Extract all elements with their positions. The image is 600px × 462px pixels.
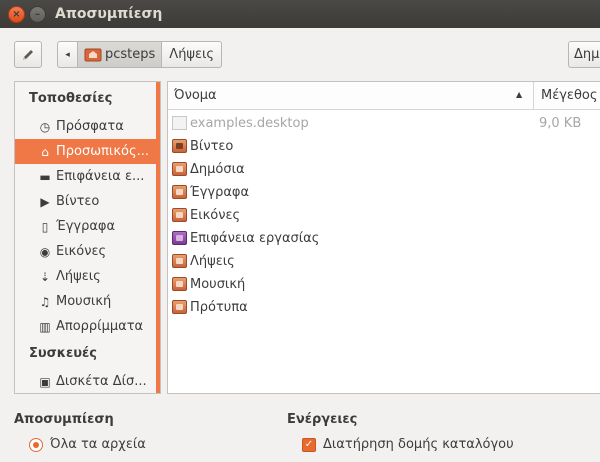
sidebar-item-label: Προσωπικός... [56, 144, 149, 159]
file-name: Επιφάνεια εργασίας [190, 231, 320, 246]
video-folder-icon [172, 139, 187, 153]
sidebar-item[interactable]: ▬ Επιφάνεια ε... [15, 164, 158, 189]
file-size: 9,0 KB [539, 116, 582, 131]
column-header-size[interactable]: Μέγεθος [541, 88, 598, 103]
clock-icon: ◷ [39, 119, 51, 134]
floppy-icon: ▣ [39, 374, 51, 389]
path-segment-label: Λήψεις [169, 47, 215, 62]
file-row[interactable]: Δημόσια [168, 158, 600, 181]
camera-icon: ◉ [39, 244, 51, 259]
file-list-header: Όνομα ▲ Μέγεθος [168, 82, 600, 110]
check-icon: ✓ [304, 439, 314, 450]
file-name: Βίντεο [190, 139, 234, 154]
sidebar-item-label: Δισκέτα Δίσ... [56, 374, 147, 389]
sidebar-item-device[interactable]: ▣ Δισκέτα Δίσ... [15, 369, 158, 393]
sidebar-scrollbar[interactable] [156, 82, 160, 393]
folder-icon [172, 254, 187, 268]
create-folder-button[interactable]: Δημ [568, 41, 600, 68]
folder-icon [172, 185, 187, 199]
sidebar-item[interactable]: ▶ Βίντεο [15, 189, 158, 214]
document-icon: ▯ [41, 219, 49, 234]
all-files-radio[interactable] [29, 438, 43, 452]
file-row[interactable]: Λήψεις [168, 250, 600, 273]
home-icon: ⌂ [41, 144, 49, 159]
column-header-name[interactable]: Όνομα [174, 88, 217, 103]
sidebar-item-label: Επιφάνεια ε... [56, 169, 145, 184]
keep-structure-label[interactable]: Διατήρηση δομής καταλόγου [323, 437, 514, 452]
sidebar-item-label: Έγγραφα [56, 219, 116, 234]
folder-icon [172, 162, 187, 176]
close-button[interactable]: × [8, 6, 25, 23]
sidebar-item[interactable]: ◉ Εικόνες [15, 239, 158, 264]
file-name: examples.desktop [190, 116, 309, 131]
download-icon: ⇣ [39, 269, 51, 284]
folder-icon [172, 300, 187, 314]
file-row[interactable]: Έγγραφα [168, 181, 600, 204]
places-heading: Τοποθεσίες [29, 91, 113, 106]
column-divider[interactable] [533, 82, 534, 110]
trash-icon: ▥ [39, 319, 51, 334]
music-icon: ♫ [39, 294, 51, 309]
close-icon: × [12, 8, 21, 20]
sidebar-item[interactable]: ▥ Απορρίμματα [15, 314, 158, 339]
file-name: Δημόσια [190, 162, 245, 177]
path-bar: ◂ pcsteps Λήψεις [57, 41, 223, 68]
home-folder-icon [84, 48, 102, 62]
pencil-icon [23, 49, 33, 60]
desktop-icon: ▬ [39, 169, 51, 184]
video-icon: ▶ [40, 194, 50, 209]
sidebar-item[interactable]: ▯ Έγγραφα [15, 214, 158, 239]
sidebar-item[interactable]: ⌂ Προσωπικός... [15, 139, 158, 164]
sidebar-item-label: Μουσική [56, 294, 112, 309]
path-back-button[interactable]: ◂ [58, 42, 78, 67]
file-row[interactable]: examples.desktop 9,0 KB [168, 112, 600, 135]
keep-structure-checkbox[interactable]: ✓ [302, 438, 316, 452]
places-sidebar: Τοποθεσίες ◷ Πρόσφατα ⌂ Προσωπικός... ▬ Επιφά… [14, 81, 161, 394]
file-row[interactable]: Επιφάνεια εργασίας [168, 227, 600, 250]
file-name: Έγγραφα [190, 185, 250, 200]
file-name: Εικόνες [190, 208, 241, 223]
sidebar-item[interactable]: ⇣ Λήψεις [15, 264, 158, 289]
desktop-folder-icon [172, 231, 187, 245]
minimize-icon: – [35, 8, 40, 20]
all-files-label[interactable]: Όλα τα αρχεία [50, 437, 146, 452]
file-icon [172, 116, 187, 130]
create-folder-label: Δημ [574, 47, 600, 62]
sort-ascending-icon: ▲ [516, 90, 523, 99]
file-row[interactable]: Μουσική [168, 273, 600, 296]
path-segment-downloads[interactable]: Λήψεις [162, 42, 221, 67]
chevron-left-icon: ◂ [65, 49, 70, 60]
folder-icon [172, 277, 187, 291]
file-name: Λήψεις [190, 254, 235, 269]
sidebar-item[interactable]: ◷ Πρόσφατα [15, 114, 158, 139]
path-segment-home[interactable]: pcsteps [78, 42, 163, 67]
sidebar-item-label: Πρόσφατα [56, 119, 124, 134]
actions-heading: Ενέργειες [287, 412, 358, 427]
file-list: Όνομα ▲ Μέγεθος examples.desktop 9,0 KB Βί… [167, 81, 600, 394]
devices-heading: Συσκευές [29, 346, 97, 361]
sidebar-item[interactable]: ♫ Μουσική [15, 289, 158, 314]
sidebar-item-label: Απορρίμματα [56, 319, 144, 334]
extract-heading: Αποσυμπίεση [14, 412, 114, 427]
path-segment-label: pcsteps [105, 47, 156, 62]
edit-location-button[interactable] [14, 41, 42, 68]
radio-dot [33, 442, 39, 448]
minimize-button[interactable]: – [29, 6, 46, 23]
file-row[interactable]: Πρότυπα [168, 296, 600, 319]
toolbar: ◂ pcsteps Λήψεις Δημ [0, 28, 600, 80]
window-title: Αποσυμπίεση [55, 6, 163, 22]
title-bar: × – Αποσυμπίεση [0, 0, 600, 28]
file-row[interactable]: Εικόνες [168, 204, 600, 227]
sidebar-item-label: Βίντεο [56, 194, 100, 209]
file-row[interactable]: Βίντεο [168, 135, 600, 158]
file-name: Μουσική [190, 277, 246, 292]
folder-icon [172, 208, 187, 222]
sidebar-item-label: Λήψεις [56, 269, 101, 284]
file-name: Πρότυπα [190, 300, 248, 315]
sidebar-item-label: Εικόνες [56, 244, 107, 259]
